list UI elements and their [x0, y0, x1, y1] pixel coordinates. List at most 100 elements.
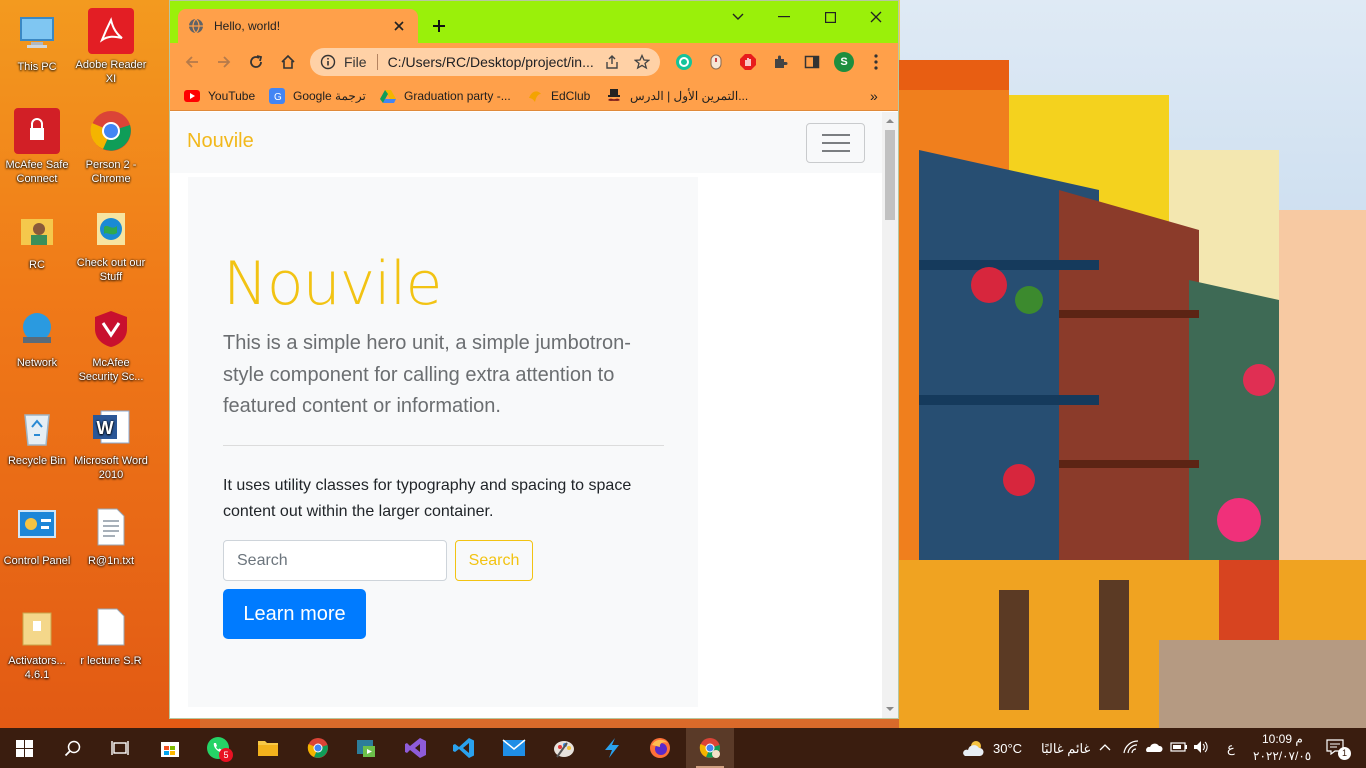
share-icon[interactable] — [604, 54, 620, 70]
hero-heading: Nouvile — [223, 249, 442, 319]
task-view-button[interactable] — [96, 728, 144, 768]
clock-date[interactable]: ٢٠٢٢/٠٧/٠٥ — [1253, 749, 1311, 763]
bookmark-youtube[interactable]: YouTube — [184, 86, 255, 106]
chrome-icon — [699, 738, 720, 758]
clock-time[interactable]: 10:09 م — [1262, 732, 1303, 746]
desktop-icon-person2-chrome[interactable]: Person 2 - Chrome — [74, 108, 148, 186]
bookmarks-overflow-button[interactable]: » — [870, 86, 878, 106]
taskbar-power-automate[interactable] — [588, 728, 636, 768]
taskbar-paint[interactable] — [540, 728, 588, 768]
side-panel-icon[interactable] — [802, 52, 822, 72]
scroll-up-arrow-icon[interactable] — [886, 117, 894, 125]
close-window-button[interactable] — [856, 5, 896, 29]
bookmark-label: EdClub — [551, 89, 591, 103]
globe-document-icon — [88, 206, 134, 252]
paint-icon — [554, 741, 574, 758]
bookmarks-bar: YouTube G Google ترجمة Graduation party … — [170, 81, 898, 111]
bookmark-star-icon[interactable] — [634, 54, 650, 70]
new-tab-button[interactable] — [428, 15, 450, 37]
desktop-icon-r-lecture[interactable]: r lecture S.R — [74, 604, 148, 668]
page-viewport: Nouvile Nouvile This is a simple hero un… — [170, 112, 882, 718]
learn-more-button[interactable]: Learn more — [223, 589, 366, 639]
bookmark-label: Graduation party -... — [404, 89, 511, 103]
address-bar[interactable]: File C:/Users/RC/Desktop/project/in... — [310, 48, 660, 76]
input-language[interactable]: ع — [1227, 740, 1235, 756]
onedrive-cloud-icon[interactable] — [1145, 742, 1163, 753]
desktop-icon-check-out-our-stuff[interactable]: Check out our Stuff — [74, 206, 148, 284]
desktop-icon-r1n-txt[interactable]: R@1n.txt — [74, 504, 148, 568]
profile-avatar[interactable]: S — [834, 52, 854, 72]
start-button[interactable] — [0, 728, 48, 768]
bookmark-google-translate[interactable]: G Google ترجمة — [269, 86, 366, 106]
navbar-brand[interactable]: Nouvile — [187, 130, 254, 153]
taskbar-whatsapp[interactable]: 5 — [194, 728, 242, 768]
desktop-icon-activators[interactable]: Activators... 4.6.1 — [0, 604, 74, 682]
tab-hello-world[interactable]: Hello, world! — [178, 9, 418, 43]
desktop-icon-mcafee-security-scan[interactable]: McAfee Security Sc... — [74, 306, 148, 384]
tab-search-button[interactable] — [718, 5, 758, 29]
back-button[interactable] — [180, 50, 204, 74]
minimize-button[interactable] — [764, 5, 804, 29]
wifi-icon[interactable] — [1123, 740, 1139, 754]
desktop-icon-word-2010[interactable]: W Microsoft Word 2010 — [74, 404, 148, 482]
page-scrollbar[interactable] — [882, 112, 898, 718]
desktop-icon-rc[interactable]: RC — [0, 208, 74, 272]
taskbar-media-app[interactable] — [342, 728, 390, 768]
jumbotron: Nouvile This is a simple hero unit, a si… — [188, 177, 698, 707]
taskbar-firefox[interactable] — [636, 728, 684, 768]
adblock-extension-icon[interactable] — [738, 52, 758, 72]
weather-temp[interactable]: 30°C — [993, 741, 1022, 756]
taskbar-chrome[interactable] — [294, 728, 342, 768]
bookmark-arabic-lesson[interactable]: التمرين الأول | الدرس... — [606, 86, 748, 106]
scroll-down-arrow-icon[interactable] — [886, 705, 894, 713]
browser-toolbar: File C:/Users/RC/Desktop/project/in... S — [170, 43, 898, 81]
url-text[interactable]: C:/Users/RC/Desktop/project/in... — [388, 54, 596, 70]
grammarly-extension-icon[interactable] — [674, 52, 694, 72]
computer-icon — [14, 10, 60, 56]
folder-zip-icon — [14, 604, 60, 650]
bookmark-graduation-party[interactable]: Graduation party -... — [380, 86, 511, 106]
extensions-puzzle-icon[interactable] — [770, 52, 790, 72]
forward-button[interactable] — [212, 50, 236, 74]
home-button[interactable] — [276, 50, 300, 74]
globe-icon — [189, 18, 203, 34]
taskbar-mail[interactable] — [490, 728, 538, 768]
desktop-icon-label: McAfee Safe Connect — [5, 159, 69, 185]
navbar-toggler-button[interactable] — [806, 123, 865, 163]
desktop-icon-adobe-reader[interactable]: Adobe Reader XI — [74, 8, 148, 86]
taskbar-visual-studio[interactable] — [392, 728, 440, 768]
user-folder-icon — [14, 208, 60, 254]
weather-text[interactable]: غائم غالبًا — [1041, 741, 1090, 757]
battery-icon[interactable] — [1170, 741, 1188, 753]
desktop-icon-control-panel[interactable]: Control Panel — [0, 504, 74, 568]
close-tab-icon[interactable] — [390, 17, 408, 35]
svg-text:W: W — [97, 418, 114, 438]
chevron-up-icon[interactable] — [1099, 743, 1111, 751]
hero-lead-text: This is a simple hero unit, a simple jum… — [223, 332, 631, 417]
taskbar-store[interactable] — [146, 728, 194, 768]
maximize-button[interactable] — [810, 5, 850, 29]
bookmark-label: YouTube — [208, 89, 256, 103]
search-button[interactable]: Search — [455, 540, 533, 581]
youtube-icon — [184, 90, 200, 102]
taskbar-vscode[interactable] — [440, 728, 488, 768]
scrollbar-thumb[interactable] — [885, 130, 895, 220]
hamburger-icon-bar — [821, 134, 850, 136]
desktop-icon-this-pc[interactable]: This PC — [0, 10, 74, 74]
desktop-icon-network[interactable]: Network — [0, 306, 74, 370]
volume-icon[interactable] — [1193, 740, 1209, 754]
reload-button[interactable] — [244, 50, 268, 74]
search-input[interactable] — [223, 540, 447, 581]
taskbar-file-explorer[interactable] — [244, 728, 292, 768]
desktop-icon-mcafee-safe-connect[interactable]: McAfee Safe Connect — [0, 108, 74, 186]
weather-cloud-sun-icon[interactable] — [962, 738, 986, 758]
search-button[interactable] — [48, 728, 96, 768]
extension-icon[interactable] — [706, 52, 726, 72]
action-center-button[interactable]: 1 — [1318, 728, 1358, 768]
desktop-icon-recycle-bin[interactable]: Recycle Bin — [0, 404, 74, 468]
firefox-icon — [650, 738, 670, 758]
browser-menu-icon[interactable] — [866, 52, 886, 72]
bookmark-edclub[interactable]: EdClub — [527, 86, 590, 106]
taskbar-chrome-active[interactable] — [686, 728, 734, 768]
info-icon[interactable] — [320, 54, 336, 70]
